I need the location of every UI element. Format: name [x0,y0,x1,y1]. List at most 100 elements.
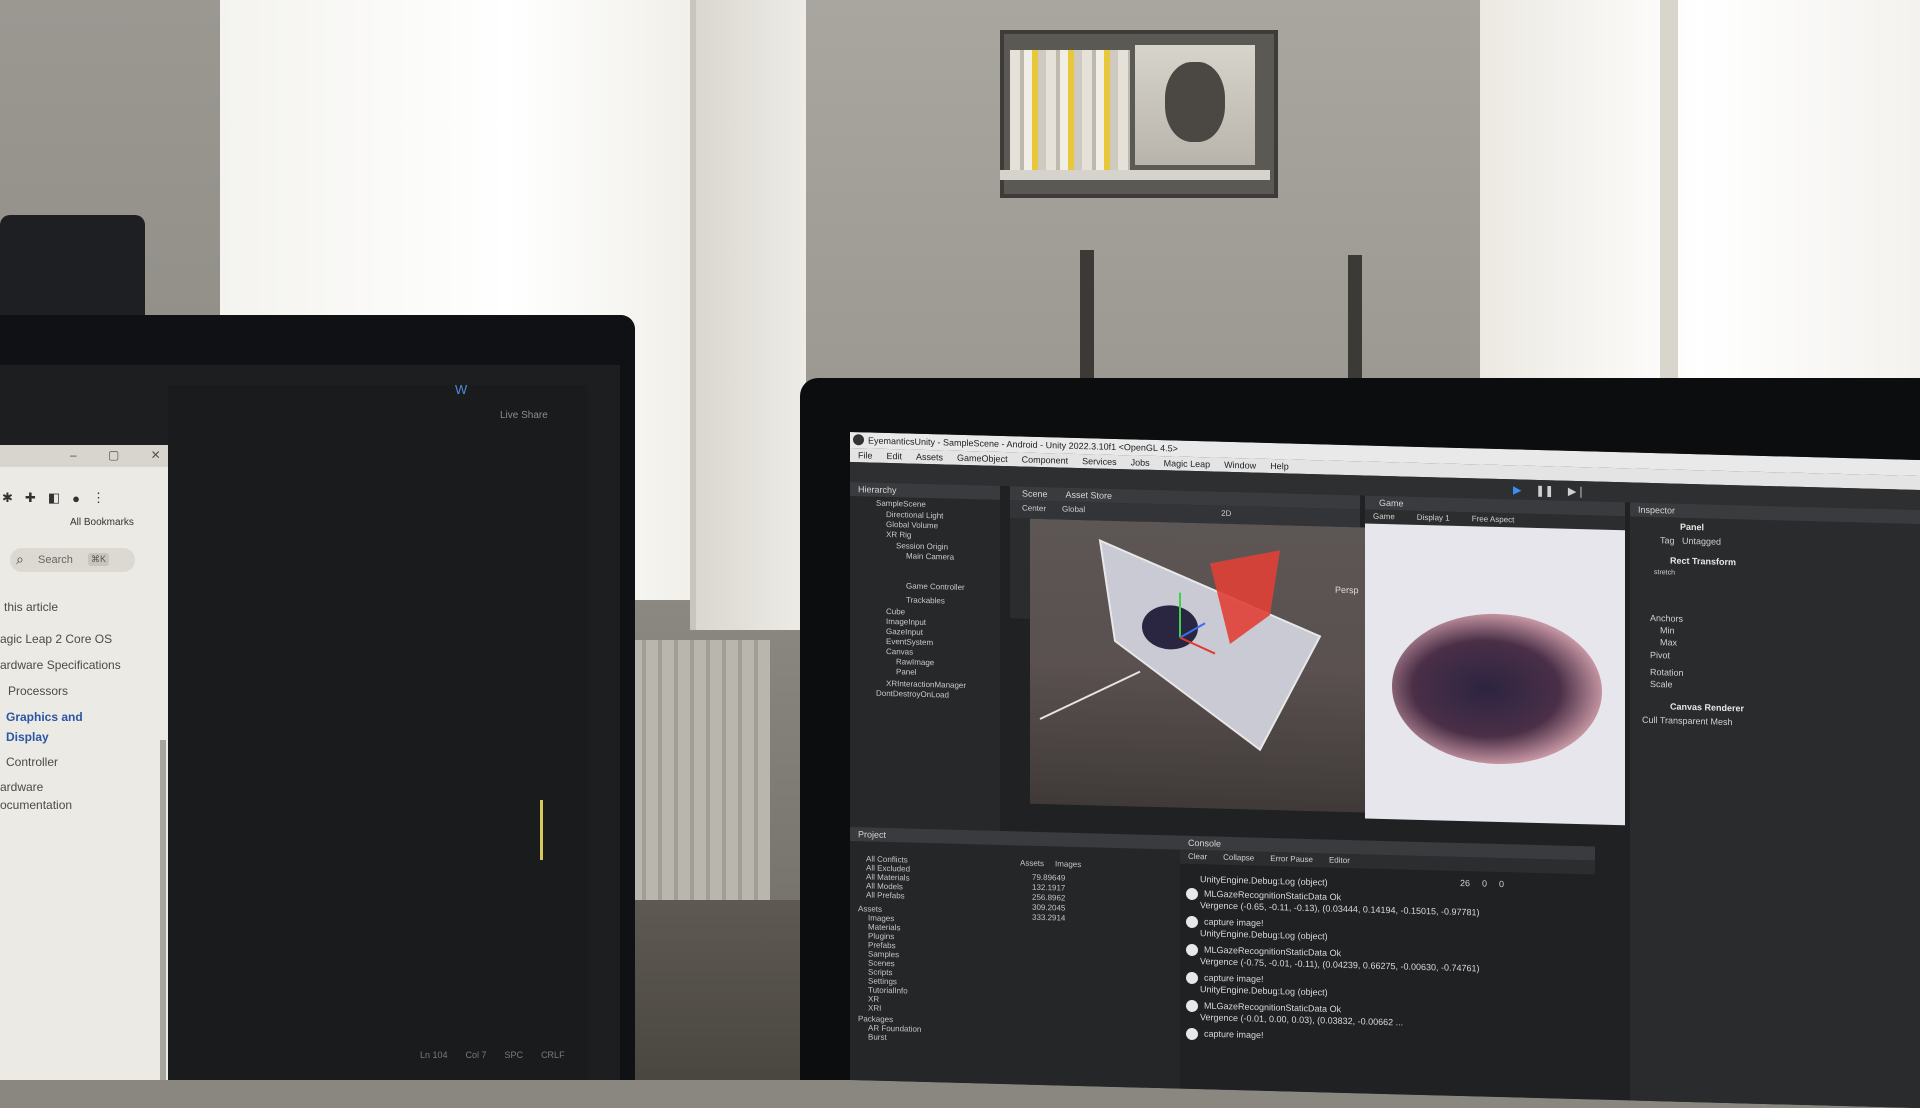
browser-scrollbar[interactable] [160,740,166,1080]
game-mode-dropdown[interactable]: Game [1373,510,1395,525]
hierarchy-item[interactable]: SampleScene [876,499,926,509]
inspector-panel: Inspector [1630,502,1920,1108]
hierarchy-title[interactable]: Hierarchy [850,482,1000,500]
warning-count[interactable]: 0 [1482,879,1487,889]
menu-icon[interactable]: ⋮ [92,490,105,506]
hierarchy-item[interactable]: Session Origin [896,541,948,551]
hierarchy-item[interactable]: DontDestroyOnLoad [876,689,949,700]
hierarchy-item[interactable]: Game Controller [906,581,965,592]
packages-folder[interactable]: Packages [858,1014,893,1024]
toc-item-active[interactable]: Display [6,730,49,744]
live-share-button[interactable]: Live Share [500,410,548,421]
search-placeholder: Search [38,554,73,566]
hierarchy-item[interactable]: Canvas [886,647,913,657]
extension-icon[interactable]: ✱ [2,490,13,506]
status-eol[interactable]: CRLF [541,1050,565,1060]
hierarchy-item[interactable]: Panel [896,667,916,677]
play-icon[interactable]: ▶ [1513,483,1521,496]
hierarchy-item[interactable]: Trackables [906,595,945,605]
menu-window[interactable]: Window [1224,458,1256,473]
hierarchy-item[interactable]: Main Camera [906,551,954,561]
toc-item[interactable]: this article [4,600,58,614]
puzzle-icon[interactable]: ✚ [25,490,36,506]
toc-item[interactable]: Controller [6,755,58,769]
play-controls: ▶ ❚❚ ▶❘ [1513,483,1586,498]
menu-assets[interactable]: Assets [916,450,943,465]
all-bookmarks-link[interactable]: All Bookmarks [70,517,134,528]
display-dropdown[interactable]: Display 1 [1417,511,1450,526]
shelf-board [1000,170,1270,180]
image-file[interactable]: 79.89649 [1032,873,1065,883]
sidebar-icon[interactable]: ◧ [48,490,60,506]
component-rect-transform[interactable]: Rect Transform [1670,555,1736,567]
menu-file[interactable]: File [858,448,873,462]
pause-icon[interactable]: ❚❚ [1535,484,1553,497]
asset-folder[interactable]: XR [868,994,879,1003]
toc-item-active[interactable]: Graphics and [6,710,83,724]
menu-jobs[interactable]: Jobs [1131,455,1150,469]
scene-viewport[interactable] [1030,518,1365,813]
2d-toggle[interactable]: 2D [1221,509,1231,518]
tab-scene[interactable]: Scene [1022,487,1048,502]
toc-item[interactable]: agic Leap 2 Core OS [0,632,112,646]
unity-logo-icon [853,434,864,446]
image-file[interactable]: 333.2914 [1032,913,1065,923]
tab-asset-store[interactable]: Asset Store [1066,488,1113,503]
clear-button[interactable]: Clear [1188,850,1207,865]
field-label[interactable]: Anchors [1650,613,1683,624]
persp-label[interactable]: Persp [1335,585,1359,596]
console-entry[interactable]: capture image! [1186,971,1264,986]
global-dropdown[interactable]: Global [1062,505,1085,515]
field-label: Min [1660,625,1675,636]
hierarchy-item[interactable]: GazeInput [886,627,923,637]
menu-services[interactable]: Services [1082,454,1117,469]
assets-folder[interactable]: Assets [858,904,882,914]
image-file[interactable]: 256.8962 [1032,893,1065,903]
menu-magic-leap[interactable]: Magic Leap [1164,456,1211,471]
object-name[interactable]: Panel [1680,522,1704,533]
hierarchy-item[interactable]: XR Rig [886,530,911,540]
hierarchy-item[interactable]: RawImage [896,657,934,667]
collapse-button[interactable]: Collapse [1223,851,1254,866]
hierarchy-item[interactable]: Cube [886,607,905,617]
toc-item[interactable]: ocumentation [0,798,72,812]
menu-component[interactable]: Component [1022,452,1069,467]
profile-avatar[interactable]: ● [72,491,80,506]
favorite-item[interactable]: All Prefabs [866,890,905,900]
menu-gameobject[interactable]: GameObject [957,451,1008,466]
breadcrumb-images[interactable]: Images [1055,859,1081,869]
tools-overlay[interactable] [1010,518,1030,619]
radiator [630,640,770,920]
status-line[interactable]: Ln 104 [420,1050,448,1060]
error-pause-button[interactable]: Error Pause [1270,852,1313,867]
hierarchy-item[interactable]: Global Volume [886,520,938,530]
tag-dropdown[interactable]: Untagged [1682,536,1721,547]
window-controls[interactable]: – ▢ ✕ [70,448,175,462]
status-col[interactable]: Col 7 [466,1050,487,1060]
hierarchy-item[interactable]: Directional Light [886,510,943,521]
image-file[interactable]: 132.1917 [1032,883,1065,893]
editor-dropdown[interactable]: Editor [1329,854,1350,869]
menu-edit[interactable]: Edit [887,449,903,463]
console-entry[interactable]: capture image! [1186,915,1264,930]
log-count[interactable]: 26 [1460,878,1470,888]
toc-item[interactable]: Processors [8,684,68,698]
info-icon [1186,971,1198,985]
error-count[interactable]: 0 [1499,879,1504,889]
console-entry[interactable]: capture image! [1186,1027,1264,1042]
menu-help[interactable]: Help [1270,459,1289,473]
status-indent[interactable]: SPC [505,1050,524,1060]
asset-folder[interactable]: XRI [868,1003,881,1012]
pivot-center-dropdown[interactable]: Center [1022,504,1046,514]
image-file[interactable]: 309.2045 [1032,903,1065,913]
toc-item[interactable]: ardware Specifications [0,658,121,672]
aspect-dropdown[interactable]: Free Aspect [1472,512,1515,527]
hierarchy-item[interactable]: EventSystem [886,637,933,647]
breadcrumb-assets[interactable]: Assets [1020,858,1044,868]
component-canvas-renderer[interactable]: Canvas Renderer [1670,701,1744,713]
step-icon[interactable]: ▶❘ [1568,485,1586,498]
hierarchy-item[interactable]: ImageInput [886,617,926,627]
project-title[interactable]: Project [850,827,1180,850]
package-folder[interactable]: Burst [868,1032,887,1041]
toc-item[interactable]: ardware [0,780,43,794]
